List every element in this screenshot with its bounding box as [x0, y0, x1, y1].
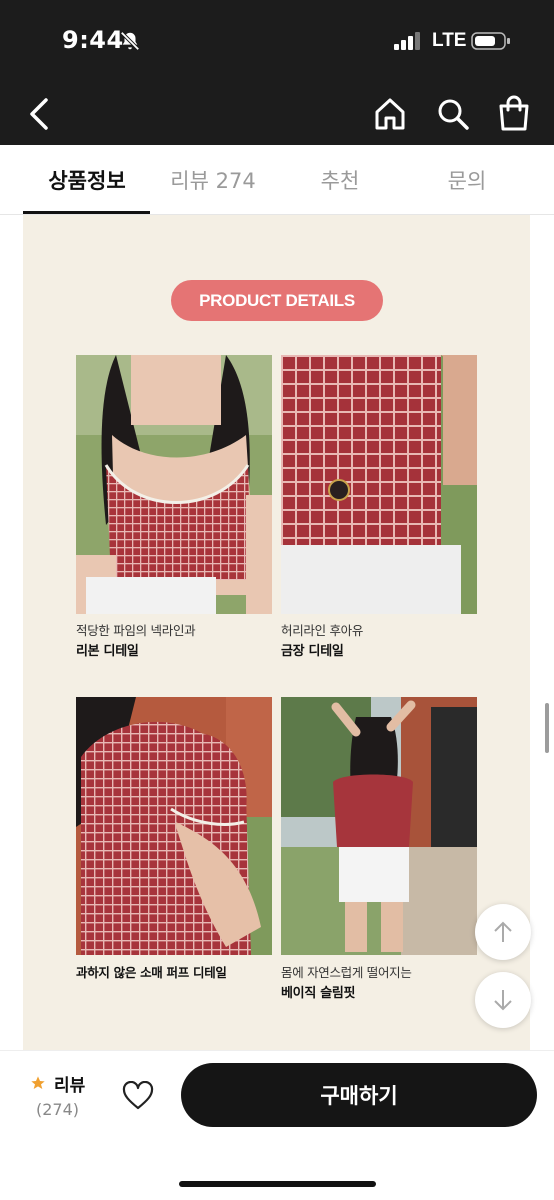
caption-line: 허리라인 후아유	[281, 623, 364, 638]
bell-muted-icon	[119, 30, 141, 52]
detail-caption-3: 과하지 않은 소매 퍼프 디테일	[76, 962, 276, 983]
buy-button[interactable]: 구매하기	[181, 1063, 537, 1127]
tab-recommend[interactable]: 추천	[276, 145, 404, 215]
scroll-top-button[interactable]	[475, 904, 531, 960]
tab-inquiry[interactable]: 문의	[403, 145, 531, 215]
tab-reviews[interactable]: 리뷰 274	[149, 145, 277, 215]
shopping-bag-icon	[499, 95, 529, 131]
detail-photo-waist	[281, 355, 477, 614]
home-icon	[375, 98, 405, 130]
active-tab-indicator	[23, 211, 150, 214]
product-details-badge: PRODUCT DETAILS	[171, 280, 383, 321]
back-button[interactable]	[22, 94, 56, 134]
scroll-bottom-button[interactable]	[475, 972, 531, 1028]
home-indicator	[179, 1181, 376, 1187]
arrow-down-icon	[494, 990, 512, 1011]
cart-button[interactable]	[496, 94, 532, 132]
wishlist-button[interactable]	[122, 1081, 154, 1111]
status-time: 9:44	[62, 26, 124, 54]
star-icon	[30, 1075, 46, 1091]
detail-photo-sleeve	[76, 697, 272, 955]
search-icon	[438, 99, 469, 130]
top-bar: 9:44 LTE	[0, 0, 554, 145]
detail-caption-4: 몸에 자연스럽게 떨어지는 베이직 슬림핏	[281, 962, 481, 1004]
detail-photo-neckline	[76, 355, 272, 614]
search-button[interactable]	[435, 96, 471, 132]
home-button[interactable]	[372, 96, 408, 132]
tab-bar: 상품정보 리뷰 274 추천 문의	[0, 145, 554, 215]
review-label[interactable]: 리뷰	[54, 1071, 85, 1096]
caption-line: 적당한 파임의 넥라인과	[76, 623, 196, 638]
heart-icon	[122, 1081, 154, 1110]
product-detail-screen: 9:44 LTE 상품정보 리뷰 274 추천 문의 PRODUCT DETAI…	[0, 0, 554, 1200]
caption-title: 베이직 슬림핏	[281, 986, 356, 1001]
caption-title: 금장 디테일	[281, 644, 344, 659]
scrollbar-thumb[interactable]	[545, 703, 549, 753]
caption-title: 리본 디테일	[76, 644, 139, 659]
detail-caption-2: 허리라인 후아유 금장 디테일	[281, 620, 481, 662]
signal-icon	[394, 32, 422, 50]
review-count[interactable]: (274)	[36, 1100, 79, 1119]
caption-line: 몸에 자연스럽게 떨어지는	[281, 965, 412, 980]
tab-product-info[interactable]: 상품정보	[23, 145, 151, 215]
detail-photo-slimfit	[281, 697, 477, 955]
battery-icon	[471, 31, 511, 51]
chevron-left-icon	[30, 98, 48, 130]
arrow-up-icon	[494, 921, 512, 942]
caption-line: 과하지 않은 소매 퍼프 디테일	[76, 965, 227, 980]
detail-caption-1: 적당한 파임의 넥라인과 리본 디테일	[76, 620, 276, 662]
network-label: LTE	[432, 30, 467, 51]
